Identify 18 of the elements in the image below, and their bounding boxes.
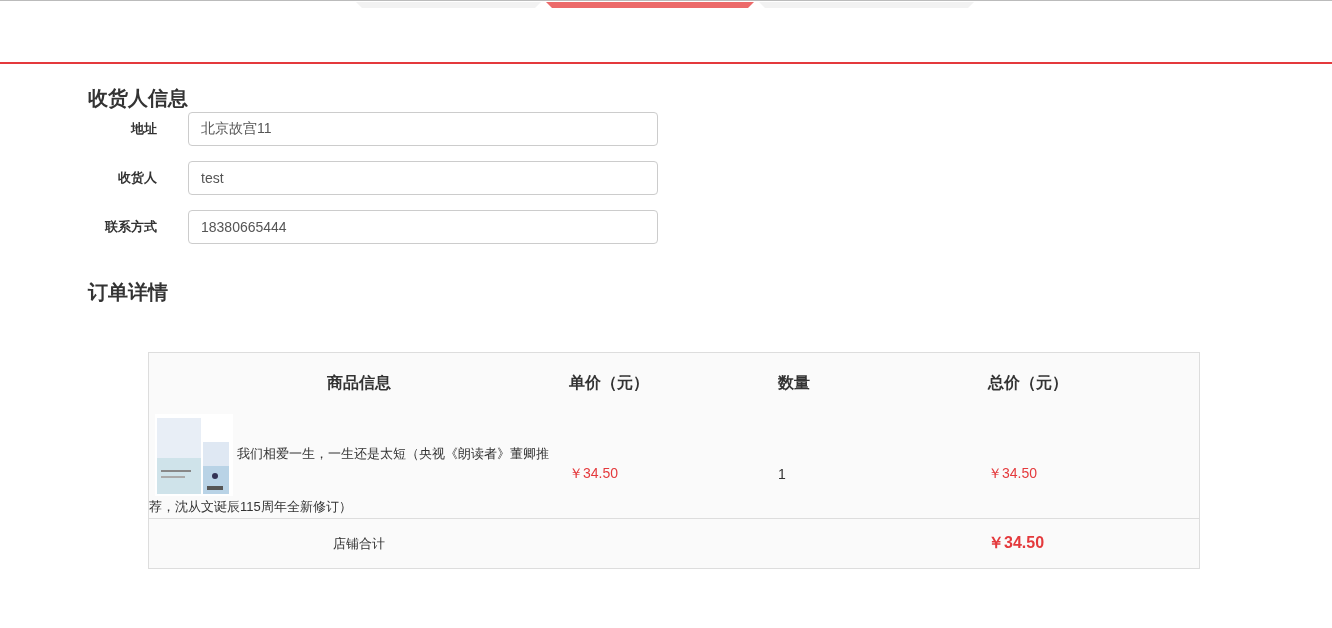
column-header: 总价（元） xyxy=(988,373,1069,393)
section-title: 收货人信息 xyxy=(88,86,189,111)
input-field[interactable]: 18380665444 xyxy=(188,210,658,244)
column-header: 数量 xyxy=(778,373,811,393)
field-label: 联系方式 xyxy=(104,218,157,236)
quantity: 1 xyxy=(778,465,787,482)
column-header: 单价（元） xyxy=(569,373,650,393)
section-title: 订单详情 xyxy=(88,280,169,305)
product-title: 我们相爱一生，一生还是太短（央视《朗读者》董卿推荐，沈从文诞辰115周年全新修订） xyxy=(149,414,569,518)
input-field[interactable]: test xyxy=(188,161,658,195)
summary-total: ￥34.50 xyxy=(988,533,1046,553)
input-field[interactable]: 北京故宫11 xyxy=(188,112,658,146)
field-label: 收货人 xyxy=(117,169,157,187)
summary-label: 店铺合计 xyxy=(332,534,386,553)
total-price: ￥34.50 xyxy=(988,464,1039,483)
field-label: 地址 xyxy=(129,120,157,138)
unit-price: ￥34.50 xyxy=(569,464,620,483)
column-header: 商品信息 xyxy=(326,373,392,393)
